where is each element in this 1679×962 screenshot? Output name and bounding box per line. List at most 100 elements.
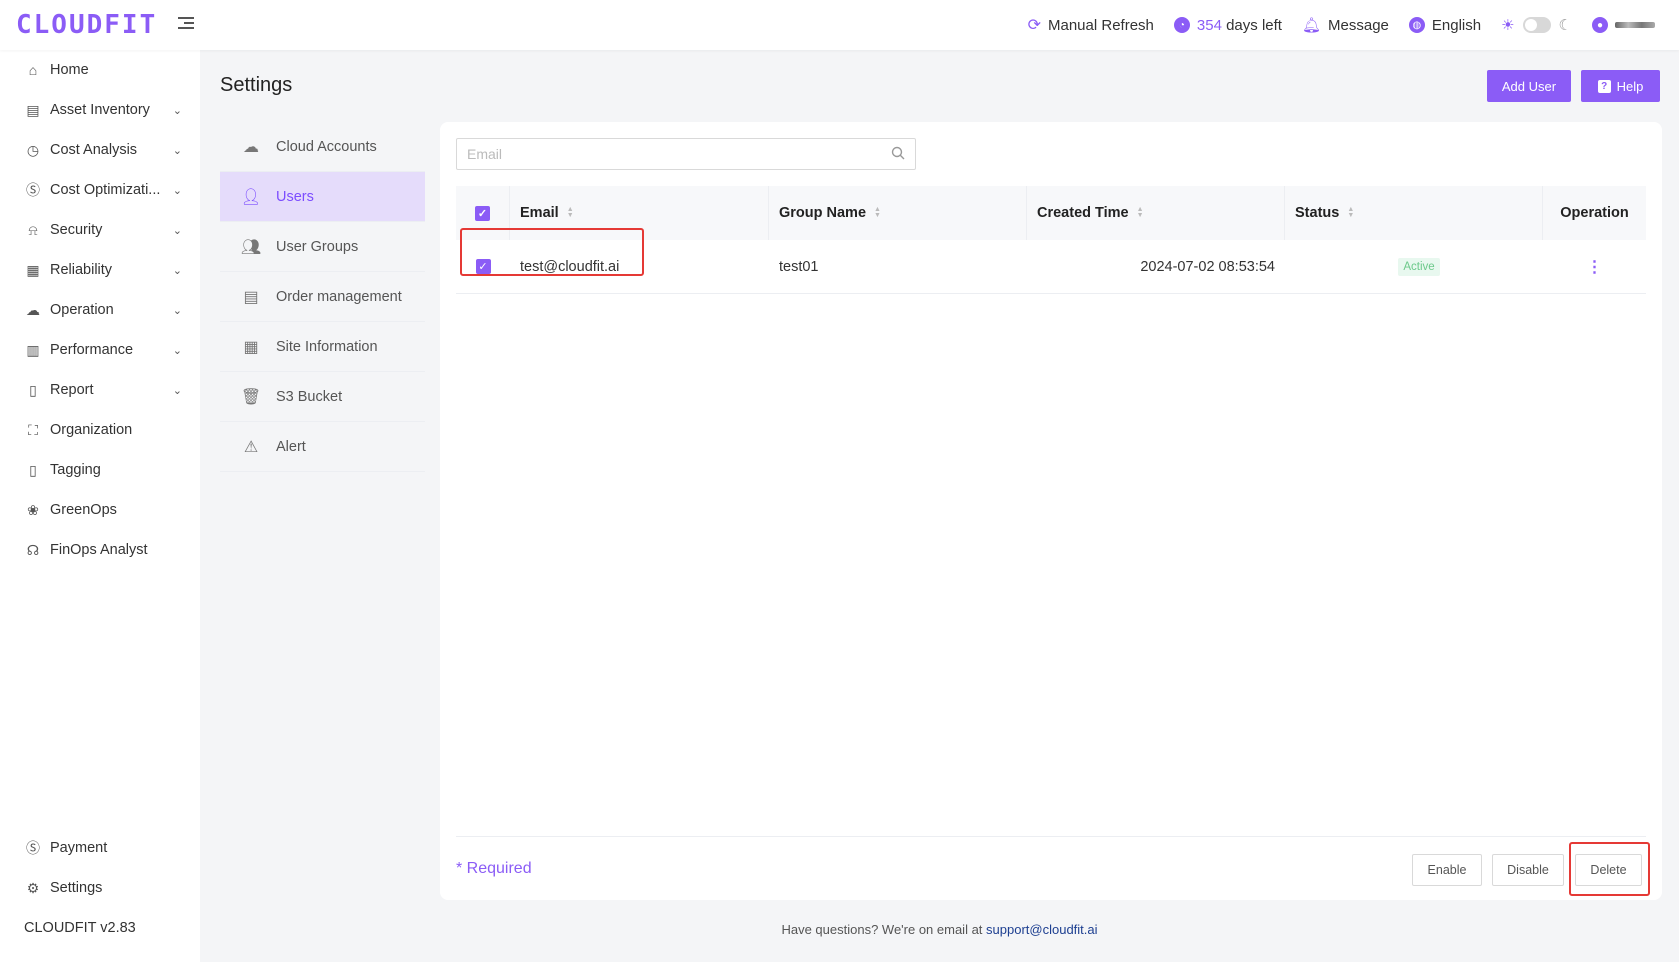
sidebar-item-home[interactable]: ⌂ Home xyxy=(0,50,200,90)
table-row[interactable]: ✓ test@cloudfit.ai test01 2024-07-02 08:… xyxy=(456,240,1646,294)
manual-refresh-button[interactable]: ⟳ Manual Refresh xyxy=(1028,15,1154,35)
sidebar-item-tagging[interactable]: ▯ Tagging xyxy=(0,450,200,490)
org-icon: ⛶ xyxy=(28,421,38,438)
header-email[interactable]: Email ▲ ▼ xyxy=(510,186,769,240)
enable-button[interactable]: Enable xyxy=(1412,854,1482,886)
sidebar-item-label: Settings xyxy=(50,880,103,896)
sidebar-item-greenops[interactable]: ❀ GreenOps xyxy=(0,490,200,530)
cell-operation: ⋮ xyxy=(1543,240,1646,293)
chevron-down-icon: ⌄ xyxy=(172,104,182,117)
sidebar-item-label: Tagging xyxy=(50,462,101,478)
analyst-icon: ☊ xyxy=(26,541,40,558)
support-email-link[interactable]: support@cloudfit.ai xyxy=(986,922,1097,937)
operation-icon: ☁ xyxy=(26,301,40,318)
username-redacted xyxy=(1615,22,1655,28)
header-status-label: Status xyxy=(1295,205,1340,221)
chevron-down-icon: ⌄ xyxy=(172,344,182,357)
message-button[interactable]: 🔔︎ Message xyxy=(1302,16,1389,35)
disable-button[interactable]: Disable xyxy=(1492,854,1564,886)
chevron-down-icon: ⌄ xyxy=(172,304,182,317)
email-search-input[interactable] xyxy=(457,139,877,169)
user-group-icon: 👥︎ xyxy=(240,238,262,256)
sidebar: ⌂ Home ▤ Asset Inventory ⌄ ◷ Cost Analysis ⌄ … xyxy=(0,50,200,962)
user-menu[interactable]: ● xyxy=(1592,17,1655,33)
header-status[interactable]: Status ▲ ▼ xyxy=(1285,186,1543,240)
theme-switch[interactable] xyxy=(1522,17,1551,33)
avatar-icon: ● xyxy=(1592,17,1608,33)
chevron-down-icon: ⌄ xyxy=(172,184,182,197)
settings-nav-label: Site Information xyxy=(276,338,378,355)
sidebar-item-asset-inventory[interactable]: ▤ Asset Inventory ⌄ xyxy=(0,90,200,130)
delete-button[interactable]: Delete xyxy=(1575,854,1642,886)
page-title: Settings xyxy=(220,74,293,96)
sidebar-item-performance[interactable]: ▥ Performance ⌄ xyxy=(0,330,200,370)
help-icon: ? xyxy=(1597,79,1611,93)
bucket-icon: 🗑︎ xyxy=(240,388,262,406)
help-button[interactable]: ? Help xyxy=(1581,70,1660,102)
days-left-label: days left xyxy=(1226,16,1282,34)
cell-created: 2024-07-02 08:53:54 xyxy=(1140,258,1275,275)
settings-nav-s3-bucket[interactable]: 🗑︎ S3 Bucket xyxy=(220,372,425,422)
header-group[interactable]: Group Name ▲ ▼ xyxy=(769,186,1027,240)
sidebar-item-report[interactable]: ▯ Report ⌄ xyxy=(0,370,200,410)
warning-icon: ⚠ xyxy=(243,438,259,456)
menu-toggle-icon[interactable] xyxy=(178,17,194,31)
days-left-number: 354 xyxy=(1196,16,1222,34)
sidebar-item-settings[interactable]: ⚙ Settings xyxy=(0,868,200,908)
header-created[interactable]: Created Time ▲ ▼ xyxy=(1027,186,1285,240)
sidebar-item-label: FinOps Analyst xyxy=(50,542,148,558)
chevron-down-icon: ⌄ xyxy=(172,384,182,397)
add-user-button[interactable]: Add User xyxy=(1487,70,1571,102)
settings-nav-cloud-accounts[interactable]: ☁ Cloud Accounts xyxy=(220,122,425,172)
dollar-icon: Ⓢ xyxy=(26,182,40,198)
settings-nav-order-management[interactable]: ▤ Order management xyxy=(220,272,425,322)
gauge-icon: ◷ xyxy=(26,141,40,158)
header-operation: Operation xyxy=(1543,186,1646,240)
users-panel: ✓ Email ▲▼ Group Name ▲▼ Created Time ▲▼ St… xyxy=(440,122,1662,900)
sort-icon: ▲ ▼ xyxy=(1347,206,1355,219)
sort-icon: ▲ ▼ xyxy=(1136,206,1144,219)
select-all-checkbox[interactable]: ✓ xyxy=(475,205,490,221)
clipboard-icon: ▤ xyxy=(243,288,259,306)
sidebar-item-cost-optimization[interactable]: Ⓢ Cost Optimizati... ⌄ xyxy=(0,170,200,210)
performance-icon: ▥ xyxy=(26,341,40,358)
cell-email: test@cloudfit.ai xyxy=(520,258,620,275)
settings-nav-user-groups[interactable]: 👥︎ User Groups xyxy=(220,222,425,272)
sidebar-item-label: Operation xyxy=(50,302,114,318)
sidebar-item-label: Reliability xyxy=(50,262,113,278)
settings-nav-alert[interactable]: ⚠ Alert xyxy=(220,422,425,472)
settings-nav-users[interactable]: 👤︎ Users xyxy=(220,172,425,222)
sort-icon: ▲ ▼ xyxy=(566,206,574,219)
settings-nav-label: S3 Bucket xyxy=(276,388,343,405)
settings-nav-label: User Groups xyxy=(276,238,359,255)
sidebar-item-payment[interactable]: Ⓢ Payment xyxy=(0,828,200,868)
support-footer: Have questions? We're on email at suppor… xyxy=(0,922,1679,937)
row-checkbox[interactable]: ✓ xyxy=(475,259,491,274)
search-icon[interactable] xyxy=(891,146,905,160)
sidebar-item-reliability[interactable]: ▦ Reliability ⌄ xyxy=(0,250,200,290)
sidebar-item-cost-analysis[interactable]: ◷ Cost Analysis ⌄ xyxy=(0,130,200,170)
refresh-icon: ⟳ xyxy=(1027,17,1041,34)
chevron-down-icon: ⌄ xyxy=(172,144,182,157)
header-checkbox-cell: ✓ xyxy=(456,186,510,240)
sort-icon: ▲ ▼ xyxy=(874,206,881,219)
top-actions: ⟳ Manual Refresh ◔ 354 days left 🔔︎ Mess… xyxy=(1028,0,1655,50)
sidebar-item-operation[interactable]: ☁ Operation ⌄ xyxy=(0,290,200,330)
theme-toggle: ☀ ☾ xyxy=(1501,16,1572,34)
sidebar-item-security[interactable]: ⍾ Security ⌄ xyxy=(0,210,200,250)
language-selector[interactable]: ◍ English xyxy=(1408,16,1482,34)
sidebar-item-organization[interactable]: ⛶ Organization xyxy=(0,410,200,450)
language-label: English xyxy=(1431,16,1482,34)
dollar-icon: Ⓢ xyxy=(26,840,40,856)
sidebar-item-label: Security xyxy=(50,222,103,238)
sidebar-item-label: Cost Analysis xyxy=(50,142,138,158)
settings-nav-site-information[interactable]: ▦ Site Information xyxy=(220,322,425,372)
green-icon: ❀ xyxy=(27,501,39,518)
manual-refresh-label: Manual Refresh xyxy=(1048,16,1154,34)
sidebar-item-label: GreenOps xyxy=(50,502,117,518)
sidebar-item-label: Organization xyxy=(50,422,133,438)
more-actions-icon[interactable]: ⋮ xyxy=(1587,257,1603,277)
clock-icon: ◔ xyxy=(1173,17,1190,33)
sidebar-item-finops-analyst[interactable]: ☊ FinOps Analyst xyxy=(0,530,200,570)
status-badge: Active xyxy=(1398,257,1440,276)
